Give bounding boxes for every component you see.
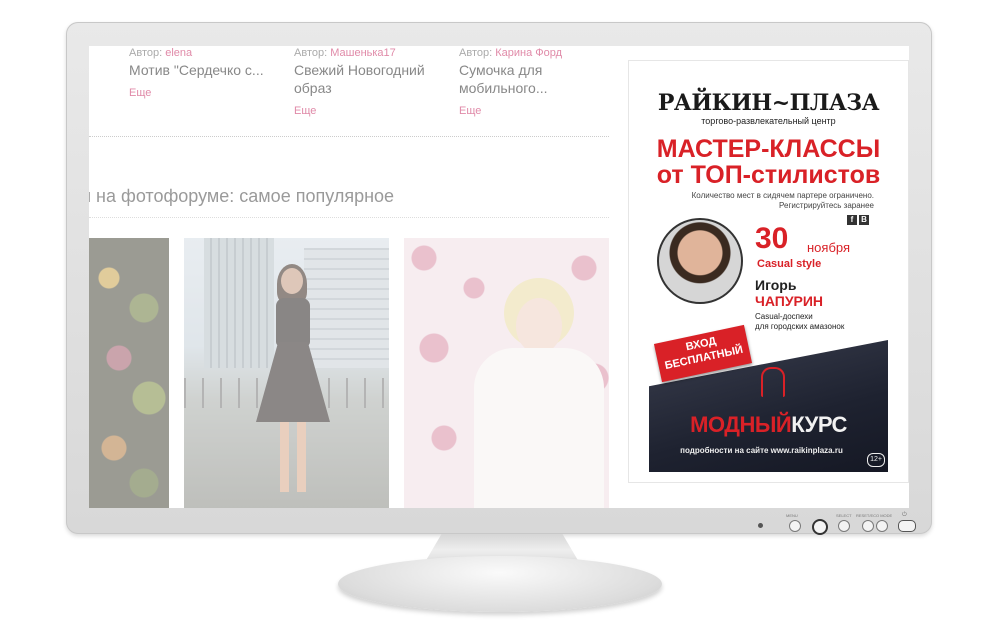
monitor-select-button[interactable] bbox=[838, 520, 850, 532]
article-card: Автор: Машенька17 Свежий Новогодний обра… bbox=[294, 46, 444, 117]
power-led-icon bbox=[758, 523, 763, 528]
stylist-last-name: ЧАПУРИН bbox=[755, 293, 824, 309]
photo-building bbox=[304, 248, 389, 368]
menu-label: MENU bbox=[786, 513, 798, 518]
article-title[interactable]: Свежий Новогодний образ bbox=[294, 61, 444, 97]
more-link[interactable]: Еще bbox=[294, 105, 444, 117]
article-author: Автор: Машенька17 bbox=[294, 47, 396, 59]
article-author: Автор: elena bbox=[129, 47, 193, 59]
ad-container: РАЙКИН~ПЛАЗА торгово-развлекательный цен… bbox=[628, 60, 909, 483]
monitor-stand bbox=[338, 556, 662, 612]
author-link[interactable]: Машенька17 bbox=[330, 47, 396, 59]
monitor-screen: Автор: elena Мотив "Сердечко с... Еще Ав… bbox=[89, 46, 909, 508]
forum-photo-leaves[interactable] bbox=[89, 238, 169, 508]
more-link[interactable]: Еще bbox=[459, 105, 609, 117]
ad-month: ноября bbox=[807, 240, 851, 255]
divider bbox=[89, 136, 609, 137]
stylist-first-name: Игорь bbox=[755, 277, 797, 293]
divider bbox=[89, 217, 609, 218]
article-title[interactable]: Мотив "Сердечко с... bbox=[129, 61, 279, 79]
ad-style: Casual style bbox=[757, 258, 822, 270]
photo-figure bbox=[281, 268, 303, 294]
author-link[interactable]: elena bbox=[165, 47, 192, 59]
monitor-reset-button[interactable] bbox=[876, 520, 888, 532]
article-card: Автор: Карина Форд Сумочка для мобильног… bbox=[459, 46, 609, 117]
monitor-button-left[interactable] bbox=[789, 520, 801, 532]
reset-label: RESET/ECO MODE bbox=[856, 513, 893, 518]
photo-figure bbox=[276, 298, 310, 346]
ad-note: Количество мест в сидячем партере ограни… bbox=[691, 191, 874, 210]
forum-photo-blonde[interactable] bbox=[404, 238, 609, 508]
monitor-button-right[interactable] bbox=[862, 520, 874, 532]
author-link[interactable]: Карина Форд bbox=[495, 47, 562, 59]
power-icon: ⏻ bbox=[902, 512, 907, 518]
facebook-icon: f bbox=[847, 215, 857, 225]
ad-description: Casual-доспехи для городских амазонок bbox=[755, 312, 845, 331]
ad-banner[interactable]: РАЙКИН~ПЛАЗА торгово-развлекательный цен… bbox=[649, 72, 888, 472]
ad-headline: МАСТЕР-КЛАССЫ от ТОП-стилистов bbox=[656, 135, 881, 189]
section-heading: и на фотофоруме: самое популярное bbox=[89, 186, 395, 206]
ad-date: 30 bbox=[755, 222, 789, 255]
ad-course-title: МОДНЫЙКУРС bbox=[690, 412, 847, 437]
vk-icon: B bbox=[859, 215, 869, 225]
photo-figure bbox=[280, 422, 306, 492]
more-link[interactable]: Еще bbox=[129, 87, 279, 99]
ad-brand-logo: РАЙКИН~ПЛАЗА bbox=[657, 90, 880, 116]
monitor-menu-button[interactable] bbox=[812, 519, 828, 535]
article-card: Автор: elena Мотив "Сердечко с... Еще bbox=[129, 46, 279, 99]
ad-brand-subtitle: торгово-развлекательный центр bbox=[701, 116, 836, 126]
photo-building bbox=[204, 238, 274, 368]
hanger-icon bbox=[761, 367, 785, 397]
ad-site-link: подробности на сайте www.raikinplaza.ru bbox=[680, 446, 843, 455]
select-label: SELECT bbox=[836, 513, 852, 518]
photo-figure bbox=[474, 348, 604, 508]
monitor-power-button[interactable] bbox=[898, 520, 916, 532]
age-rating-badge: 12+ bbox=[867, 453, 885, 467]
photo-figure bbox=[516, 298, 562, 354]
forum-photo-woman-skirt[interactable] bbox=[184, 238, 389, 508]
article-title[interactable]: Сумочка для мобильного... bbox=[459, 61, 609, 97]
stylist-avatar bbox=[657, 218, 743, 304]
article-author: Автор: Карина Форд bbox=[459, 47, 563, 59]
